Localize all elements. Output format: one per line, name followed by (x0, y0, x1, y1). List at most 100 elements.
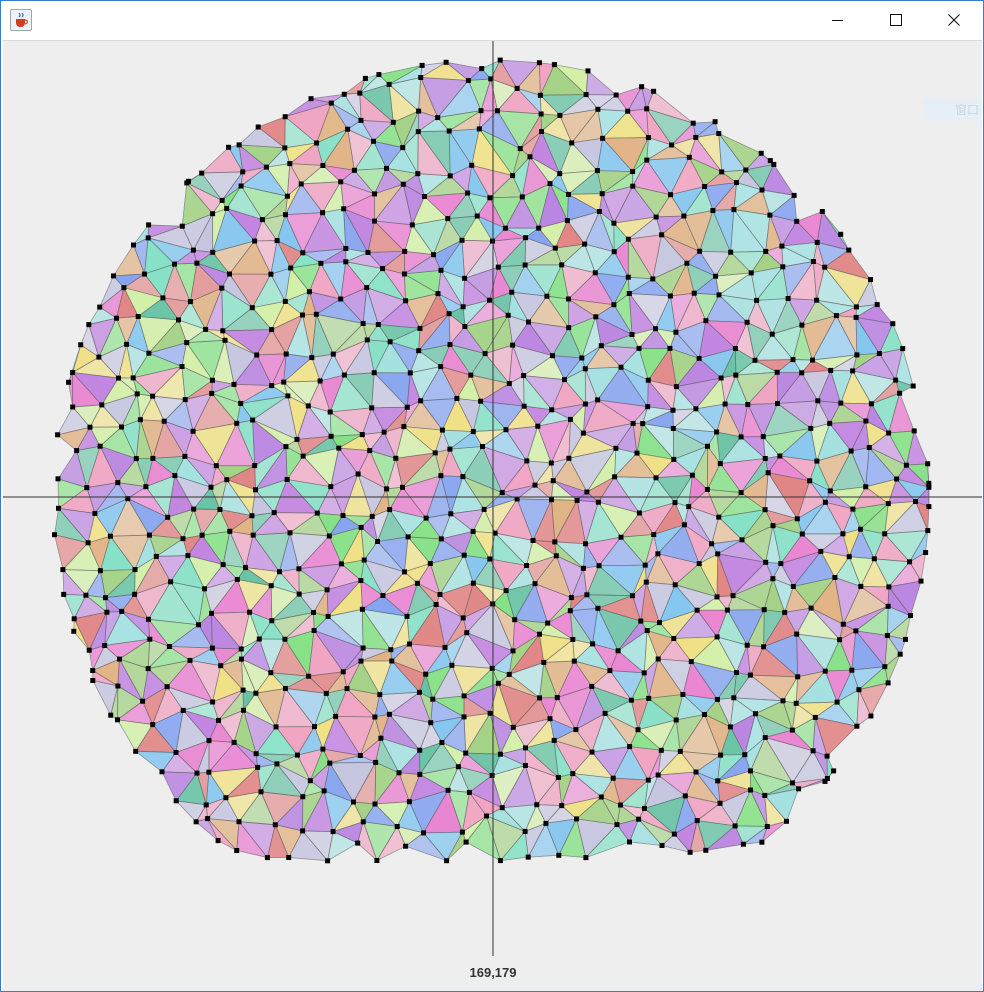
mesh-point (333, 713, 339, 719)
mesh-point (682, 793, 688, 799)
mesh-point (703, 847, 709, 853)
mesh-point (86, 647, 92, 653)
mesh-point (287, 530, 293, 536)
drawing-canvas[interactable]: 窗口 169,179 (3, 40, 982, 991)
mesh-point (790, 584, 796, 589)
java-coffee-icon[interactable] (10, 9, 32, 31)
mesh-point (355, 471, 361, 477)
mesh-point (684, 260, 690, 266)
mesh-point (464, 630, 470, 636)
mesh-point (505, 312, 511, 318)
mesh-point (208, 484, 214, 490)
mesh-point (673, 717, 679, 723)
mesh-point (78, 342, 84, 348)
mesh-point (833, 313, 839, 319)
mesh-point (281, 379, 287, 385)
mesh-point (224, 477, 230, 483)
mesh-point (343, 259, 349, 265)
mesh-point (487, 195, 493, 201)
mesh-point (761, 644, 767, 650)
mesh-point (439, 740, 445, 745)
mesh-point (611, 220, 617, 226)
mesh-point (116, 375, 121, 381)
mesh-point (124, 341, 130, 347)
mesh-point (734, 180, 739, 186)
mesh-point (470, 528, 476, 534)
mesh-point (537, 695, 542, 701)
mesh-point (443, 59, 449, 65)
mesh-point (478, 108, 484, 114)
mesh-point (84, 485, 90, 491)
mesh-point (610, 775, 616, 781)
mesh-point (249, 513, 255, 519)
mesh-point (925, 461, 931, 467)
mesh-point (738, 434, 744, 440)
mesh-point (650, 276, 656, 282)
mesh-point (630, 593, 635, 599)
mesh-point (417, 747, 423, 753)
mesh-point (668, 192, 673, 198)
mesh-point (176, 317, 181, 323)
mesh-point (716, 514, 722, 520)
mesh-point (103, 595, 108, 601)
mesh-point (238, 183, 244, 189)
mesh-point (418, 398, 424, 404)
close-button[interactable] (925, 1, 983, 39)
mesh-point (777, 453, 783, 459)
mesh-point (376, 72, 382, 78)
mesh-point (512, 617, 518, 623)
mesh-point (625, 108, 631, 114)
mesh-point (313, 311, 319, 317)
mesh-point (595, 499, 601, 505)
mesh-point (523, 745, 528, 751)
mesh-point (468, 372, 474, 378)
mesh-point (318, 260, 324, 266)
mesh-point (687, 849, 693, 855)
mesh-point (545, 620, 551, 626)
mesh-point (702, 712, 707, 717)
mesh-point (762, 735, 768, 740)
title-bar[interactable] (1, 1, 983, 39)
mesh-point (419, 62, 425, 68)
mesh-point (584, 592, 590, 598)
mesh-point (423, 671, 429, 677)
mesh-point (778, 561, 784, 567)
mesh-point (748, 270, 754, 276)
mesh-point (926, 480, 932, 486)
mesh-point (807, 478, 813, 484)
mesh-point (584, 489, 590, 495)
mesh-point (853, 628, 859, 634)
mesh-point (868, 401, 874, 407)
maximize-button[interactable] (867, 1, 925, 39)
mesh-point (527, 154, 533, 160)
mesh-point (377, 692, 383, 698)
mesh-point (638, 618, 644, 624)
mesh-point (840, 621, 846, 627)
mesh-point (161, 418, 167, 424)
mesh-point (886, 430, 892, 436)
mesh-point (380, 593, 386, 598)
mesh-point (263, 164, 269, 170)
minimize-button[interactable] (809, 1, 867, 39)
mesh-point (552, 245, 558, 251)
mesh-point (769, 331, 775, 337)
mesh-point (345, 126, 351, 132)
mesh-point (219, 197, 225, 203)
mesh-point (846, 554, 852, 560)
mesh-point (300, 312, 305, 318)
mesh-point (298, 181, 304, 187)
mesh-point (384, 165, 389, 171)
mesh-point (271, 510, 277, 516)
mesh-point (644, 157, 650, 163)
mesh-point (85, 540, 91, 546)
mesh-point (808, 425, 814, 431)
mesh-point (445, 216, 451, 222)
mesh-point (645, 377, 651, 383)
mesh-point (360, 321, 366, 326)
mesh-point (210, 249, 216, 255)
mesh-point (463, 750, 469, 756)
mesh-point (308, 96, 314, 102)
mesh-point (570, 771, 576, 777)
mesh-point (71, 616, 77, 622)
mesh-point (220, 328, 226, 334)
